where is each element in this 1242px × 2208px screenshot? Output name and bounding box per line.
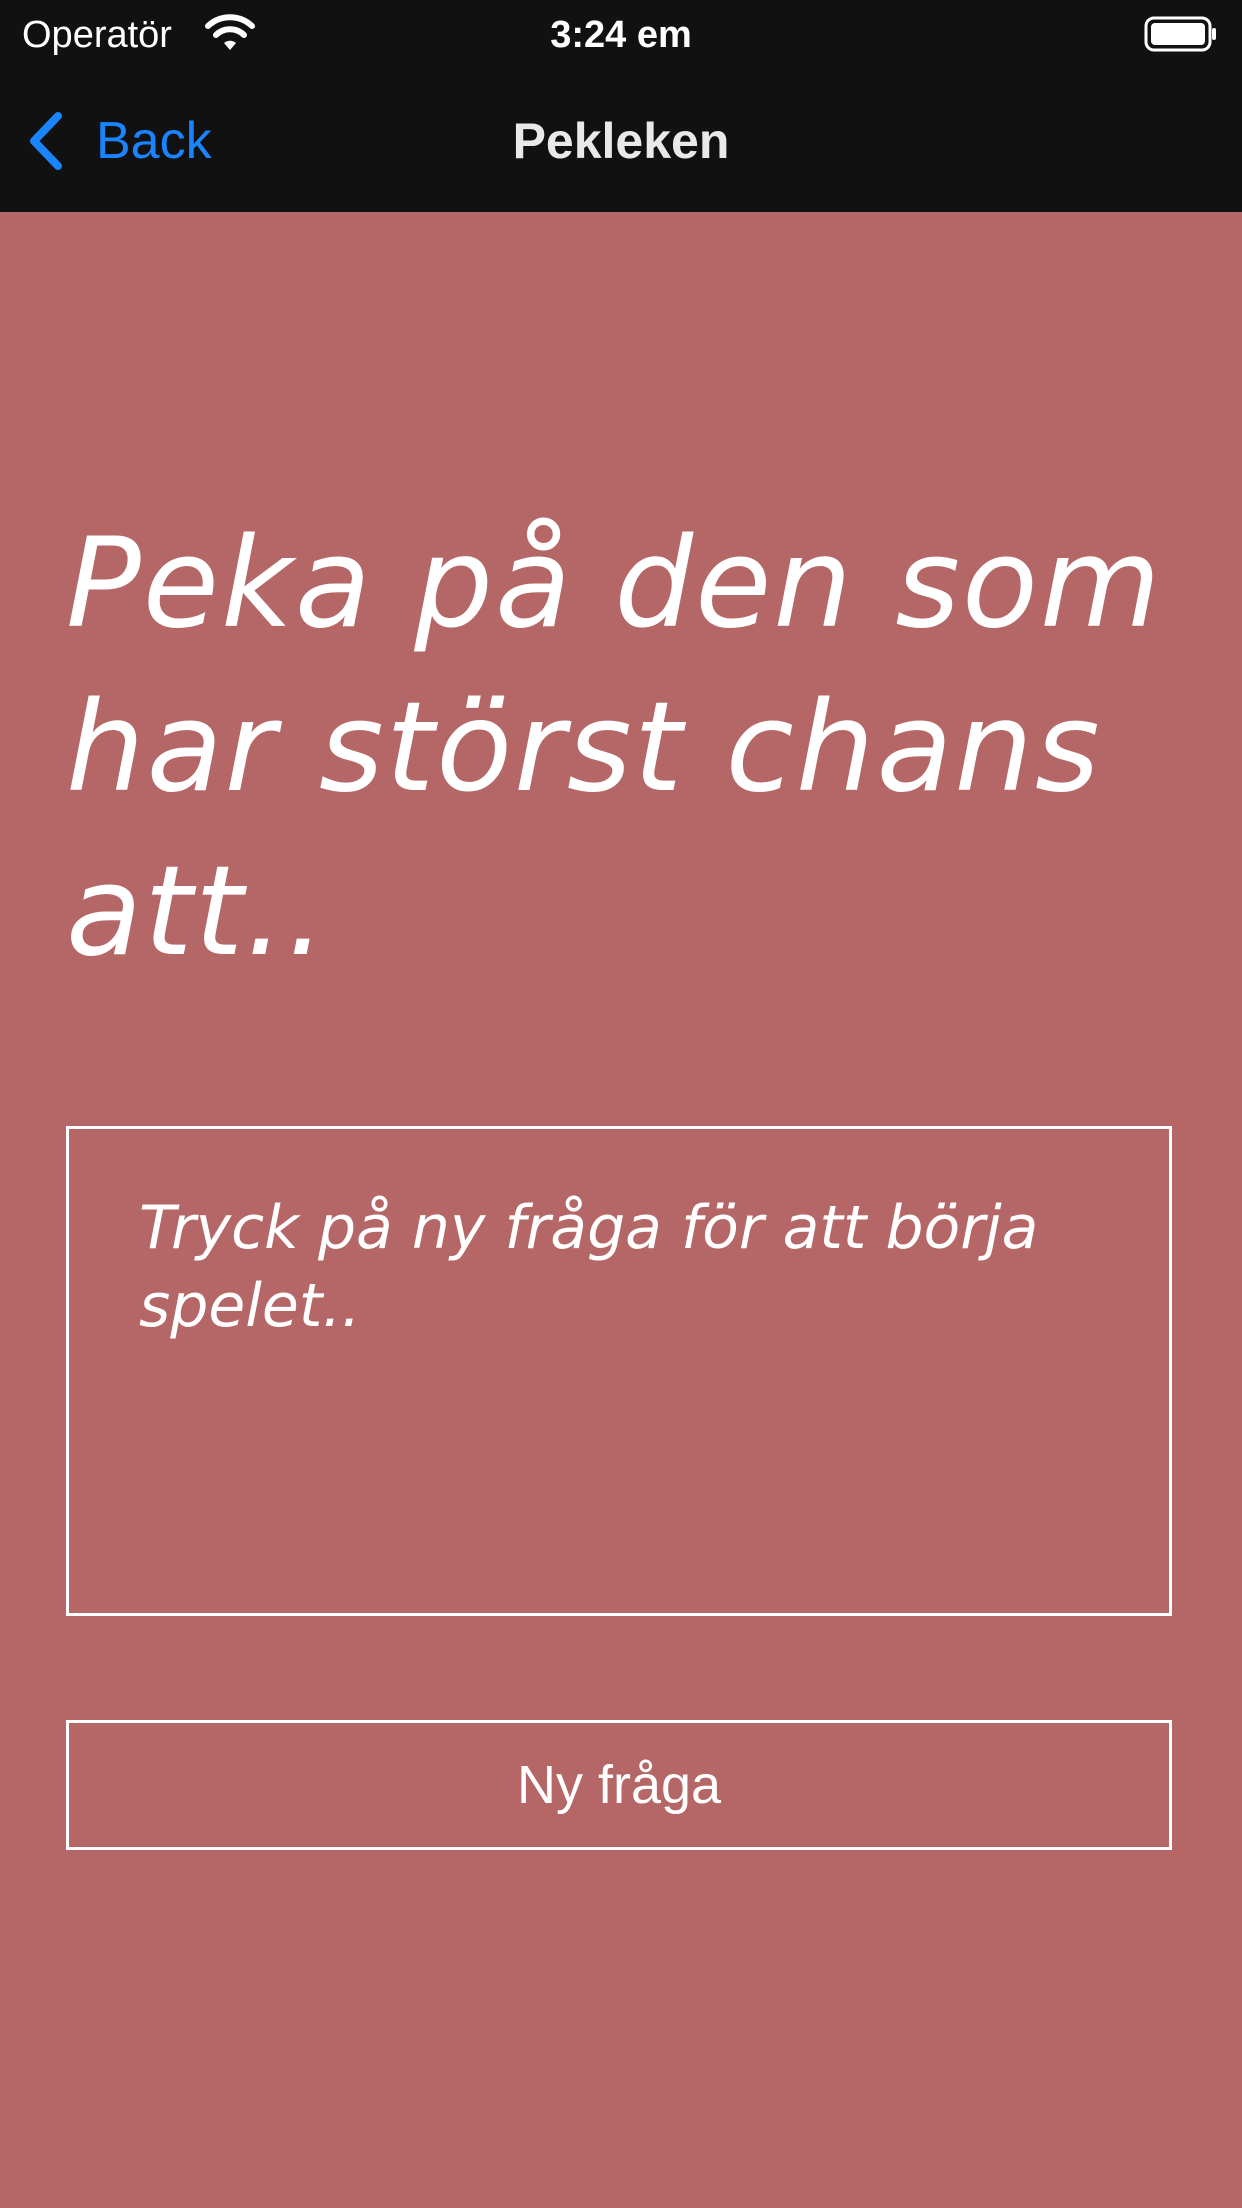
page-title: Pekleken	[512, 113, 730, 169]
status-bar: Operatör 3:24 em	[0, 0, 1242, 70]
new-question-button[interactable]: Ny fråga	[66, 1720, 1172, 1850]
battery-icon	[1144, 16, 1216, 52]
question-text: Tryck på ny fråga för att börja spelet..	[139, 1193, 1039, 1341]
game-screen: Peka på den som har störst chans att.. T…	[0, 212, 1242, 2208]
status-time: 3:24 em	[550, 14, 692, 56]
navigation-bar: Back Pekleken	[0, 70, 1242, 213]
prompt-heading: Peka på den som har störst chans att..	[66, 512, 1163, 984]
question-box: Tryck på ny fråga för att börja spelet..	[66, 1126, 1172, 1616]
